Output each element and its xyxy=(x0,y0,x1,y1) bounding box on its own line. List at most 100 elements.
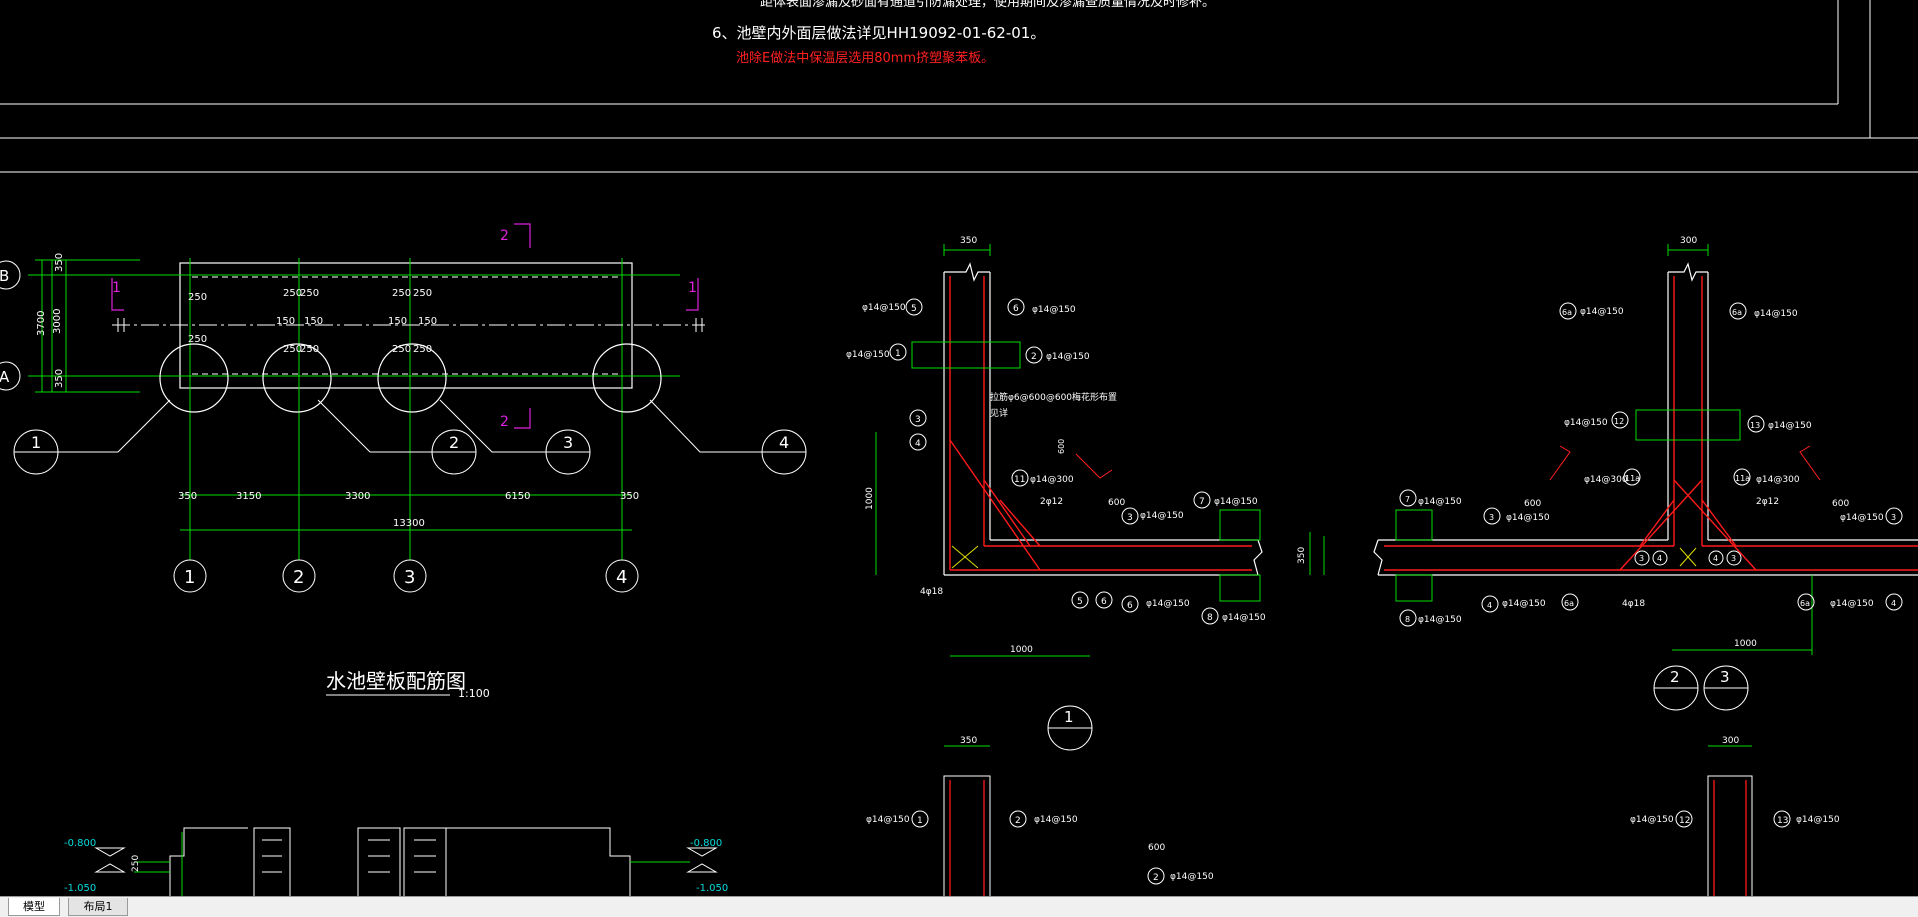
dim-150-d: 150 xyxy=(418,316,437,327)
d23-mark-6a-l: 6a xyxy=(1562,308,1572,317)
span-4: 350 xyxy=(620,491,639,502)
dim-150-c: 150 xyxy=(388,316,407,327)
section-mark-1-left: 1 xyxy=(112,280,121,296)
d23-wall-thk: 300 xyxy=(1680,236,1697,246)
d23-mark-4b: 4 xyxy=(1891,599,1896,608)
d1-bar-d: φ14@150 xyxy=(1046,352,1090,362)
b-mark-1: 1 xyxy=(917,816,923,826)
dim-250-i: 250 xyxy=(392,344,411,355)
dim-250-e: 250 xyxy=(392,288,411,299)
dim-250-h: 250 xyxy=(300,344,319,355)
detail-1-section: 350 φ14@150 φ14@150 φ14@150 φ14@150 拉筋φ6… xyxy=(846,236,1311,751)
d1-bar-2d12: 2φ12 xyxy=(1040,497,1063,507)
dim-250-a: 250 xyxy=(188,292,207,303)
d23-mark-7: 7 xyxy=(1405,495,1410,504)
d1-bar-b: φ14@150 xyxy=(1032,305,1076,315)
d23-dim-600b: 600 xyxy=(1832,499,1849,509)
span-3: 6150 xyxy=(505,491,530,502)
d1-mark-3b: 3 xyxy=(1127,513,1133,523)
d1-dim-1000: 1000 xyxy=(865,487,875,510)
d23-bar-c: φ14@150 xyxy=(1564,418,1608,428)
span-0: 350 xyxy=(178,491,197,502)
d23-bar-4d18: 4φ18 xyxy=(1622,599,1645,609)
b-bar-a: φ14@150 xyxy=(866,815,910,825)
elev-1: -0.800 xyxy=(64,838,96,849)
d23-mark-11a-l: 11a xyxy=(1625,474,1640,483)
d1-callout: 1 xyxy=(1064,708,1074,726)
section-mark-2-top: 2 xyxy=(500,228,509,244)
d1-note-hook2: 见详 xyxy=(990,407,1008,419)
note-partial: 距体表面渗漏及砂面有通道引防漏处理，使用期间及渗漏查质量情况及时修补。 xyxy=(760,0,1215,10)
callout-4: 4 xyxy=(779,433,789,452)
tab-model[interactable]: 模型 xyxy=(8,898,60,916)
plan-title: 水池壁板配筋图 xyxy=(326,669,466,693)
d23-dim-600a: 600 xyxy=(1524,499,1541,509)
d1-mark-4: 4 xyxy=(915,439,921,449)
d23-bar-e: φ14@150 xyxy=(1418,497,1462,507)
span-total: 13300 xyxy=(393,518,425,529)
b-dim-250: 250 xyxy=(131,855,141,872)
span-2: 3300 xyxy=(345,491,370,502)
d23-mark-11a-r: 11a xyxy=(1735,474,1750,483)
d23-bar-300b: φ14@300 xyxy=(1756,475,1800,485)
d23-bar-g: φ14@150 xyxy=(1840,513,1884,523)
tab-layout1[interactable]: 布局1 xyxy=(68,898,128,916)
d23-bar-300a: φ14@300 xyxy=(1584,475,1628,485)
d23-mark-8: 8 xyxy=(1405,615,1410,624)
d23-mark-3: 3 xyxy=(1489,513,1494,522)
d23-mark-4c: 4 xyxy=(1657,554,1662,563)
callout-1: 1 xyxy=(31,433,41,452)
callout-2: 2 xyxy=(449,433,459,452)
dim-150-a: 150 xyxy=(276,316,295,327)
note-line-6: 6、池壁内外面层做法详见HH19092-01-62-01。 xyxy=(712,24,1045,42)
cad-drawing-canvas[interactable]: 距体表面渗漏及砂面有通道引防漏处理，使用期间及渗漏查质量情况及时修补。 6、池壁… xyxy=(0,0,1918,896)
d23-mark-6a-r: 6a xyxy=(1732,308,1742,317)
d23-bar-f: φ14@150 xyxy=(1506,513,1550,523)
d1-mark-5: 5 xyxy=(911,304,917,314)
detail-23-section: 300 φ14@150 φ14@150 φ14@150 φ14@150 φ14@… xyxy=(1323,236,1918,711)
d23-mark-3d: 3 xyxy=(1731,554,1736,563)
section-mark-2-bottom: 2 xyxy=(500,414,509,430)
d23-bar-i: φ14@150 xyxy=(1502,599,1546,609)
axis-col-2: 2 xyxy=(293,567,304,588)
b-mark-2: 2 xyxy=(1015,816,1021,826)
dim-250-d: 250 xyxy=(300,288,319,299)
d23-mark-3b: 3 xyxy=(1891,513,1896,522)
d23-bar-j: φ14@150 xyxy=(1830,599,1874,609)
axis-row-b: B xyxy=(0,267,9,285)
d23-mark-3c: 3 xyxy=(1639,554,1644,563)
b-dim-300: 300 xyxy=(1722,736,1739,746)
b-bar-b: φ14@150 xyxy=(1034,815,1078,825)
d1-mark-5b: 5 xyxy=(1077,597,1083,607)
d1-dim-1000b: 1000 xyxy=(1010,645,1033,655)
pool-wall-plan: 2 2 1 1 B A 3700 3000 350 350 250 250 25… xyxy=(0,223,807,700)
b-mark-2b: 2 xyxy=(1153,873,1159,883)
axis-row-a: A xyxy=(0,368,10,386)
d1-mark-11: 11 xyxy=(1014,475,1025,485)
elev-2: -1.050 xyxy=(64,883,96,894)
d1-bar-4d18: 4φ18 xyxy=(920,587,943,597)
d1-bar-h: φ14@150 xyxy=(1222,613,1266,623)
d23-bar-h: φ14@150 xyxy=(1418,615,1462,625)
section-mark-1-right: 1 xyxy=(688,280,697,296)
dim-3700: 3700 xyxy=(36,311,47,336)
dim-350-top: 350 xyxy=(54,253,65,272)
d23-mark-12: 12 xyxy=(1614,417,1624,426)
d1-bar-c: φ14@150 xyxy=(846,350,890,360)
d1-mark-2: 2 xyxy=(1031,352,1037,362)
d1-dim-350: 350 xyxy=(1297,547,1307,564)
b-mark-13: 13 xyxy=(1777,816,1788,826)
dim-250-f: 250 xyxy=(413,288,432,299)
d1-note-hook: 拉筋φ6@600@600梅花形布置 xyxy=(990,391,1117,403)
d1-mark-6: 6 xyxy=(1013,304,1019,314)
dim-350-bot: 350 xyxy=(54,369,65,388)
b-dim-600: 600 xyxy=(1148,843,1165,853)
d23-callout-3: 3 xyxy=(1720,668,1730,686)
note-red: 池除E做法中保温层选用80mm挤塑聚苯板。 xyxy=(736,51,994,66)
dim-150-b: 150 xyxy=(304,316,323,327)
d23-bar-a: φ14@150 xyxy=(1580,307,1624,317)
d23-bar-2d12: 2φ12 xyxy=(1756,497,1779,507)
d23-mark-4: 4 xyxy=(1487,601,1492,610)
b-dim-350: 350 xyxy=(960,736,977,746)
d23-mark-4d: 4 xyxy=(1713,554,1718,563)
